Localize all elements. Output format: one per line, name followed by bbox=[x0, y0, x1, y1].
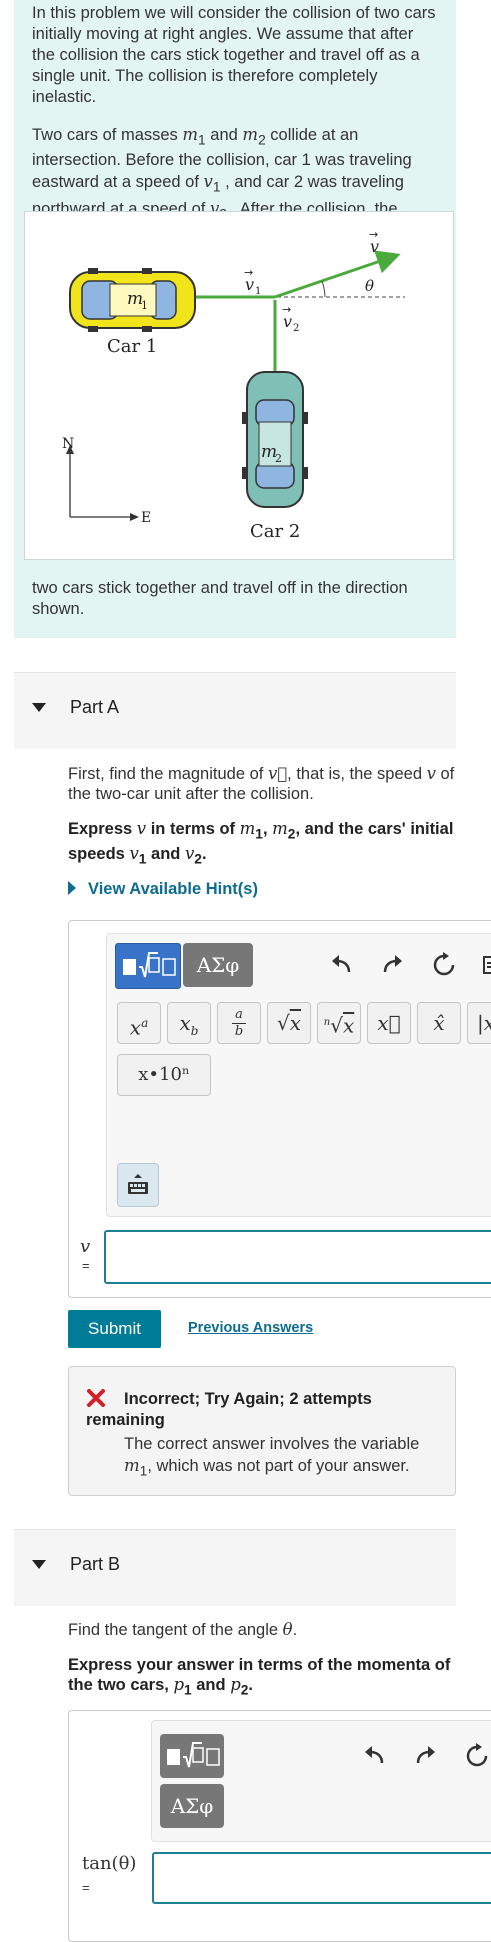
part-b-answer-input[interactable] bbox=[152, 1852, 491, 1904]
vector-button[interactable]: x⃗ bbox=[367, 1002, 411, 1044]
collision-diagram-svg: m 1 Car 1 m 2 Car 2 v 1 → v 2 → v → θ N … bbox=[62, 228, 405, 542]
part-b-question: Find the tangent of the angle θ. bbox=[68, 1620, 298, 1639]
template-tab-icon bbox=[123, 952, 176, 978]
greek-symbols-tab[interactable]: ΑΣφ bbox=[160, 1784, 224, 1828]
v2-label-sub: 2 bbox=[293, 323, 299, 334]
part-a-math-toolbar: ΑΣφ xa xb a b √x n√x x⃗ x̂ |x x•10ⁿ bbox=[106, 933, 491, 1217]
compass-east-label: E bbox=[141, 510, 151, 526]
part-b-instruction: Express your answer in terms of the mome… bbox=[68, 1656, 451, 1698]
feedback-status: Incorrect; Try Again; 2 attempts remaini… bbox=[86, 1390, 372, 1429]
undo-icon[interactable] bbox=[329, 952, 355, 978]
part-a-header[interactable]: Part A bbox=[14, 672, 456, 749]
submit-button[interactable]: Submit bbox=[68, 1310, 161, 1348]
part-b-equals: = bbox=[82, 1880, 90, 1895]
redo-icon[interactable] bbox=[379, 952, 405, 978]
problem-intro: In this problem we will consider the col… bbox=[14, 0, 456, 638]
v-resultant-arrow bbox=[274, 250, 401, 299]
part-b-title: Part B bbox=[70, 1554, 121, 1574]
intro-paragraph-1: In this problem we will consider the col… bbox=[32, 4, 436, 106]
collapse-triangle-icon[interactable] bbox=[32, 1560, 46, 1569]
feedback-detail: The correct answer involves the variable… bbox=[124, 1435, 420, 1479]
keyboard-icon bbox=[128, 1174, 148, 1194]
collision-diagram: m 1 Car 1 m 2 Car 2 v 1 → v 2 → v → θ N … bbox=[24, 211, 454, 560]
square-root-button[interactable]: √x bbox=[267, 1002, 311, 1044]
m2-label-sub: 2 bbox=[275, 452, 282, 465]
part-a-instruction: Express v in terms of m1, m2, and the ca… bbox=[68, 819, 454, 867]
part-a-question: First, find the magnitude of v⃗, that is… bbox=[68, 764, 455, 803]
theta-label: θ bbox=[365, 277, 374, 295]
v-arrow-glyph: → bbox=[369, 228, 378, 241]
reset-icon[interactable] bbox=[464, 1743, 490, 1769]
redo-icon[interactable] bbox=[412, 1743, 438, 1769]
greek-symbols-tab[interactable]: ΑΣφ bbox=[183, 943, 253, 987]
part-b-header[interactable]: Part B bbox=[14, 1529, 456, 1606]
theta-arc bbox=[321, 280, 326, 298]
intro-paragraph-2: Two cars of masses m1 and m2 collide at … bbox=[32, 125, 412, 221]
part-b-math-toolbar: ΑΣφ bbox=[151, 1720, 491, 1842]
reset-icon[interactable] bbox=[431, 952, 457, 978]
view-hints-link[interactable]: View Available Hint(s) bbox=[68, 880, 258, 899]
fraction-button[interactable]: a b bbox=[217, 1002, 261, 1044]
hint-label: View Available Hint(s) bbox=[88, 880, 258, 898]
part-a-title: Part A bbox=[70, 697, 120, 717]
unit-vector-button[interactable]: x̂ bbox=[417, 1002, 461, 1044]
nth-root-button[interactable]: n√x bbox=[317, 1002, 361, 1044]
part-a-answer-input[interactable] bbox=[104, 1230, 491, 1284]
v1-label-sub: 1 bbox=[255, 286, 261, 297]
undo-icon[interactable] bbox=[362, 1743, 388, 1769]
expand-arrow-icon bbox=[68, 881, 76, 895]
intro-paragraph-3: two cars stick together and travel off i… bbox=[32, 579, 408, 618]
previous-answers-link[interactable]: Previous Answers bbox=[188, 1320, 313, 1336]
keyboard-shortcuts-icon[interactable] bbox=[483, 955, 491, 975]
car-1-label: Car 1 bbox=[107, 336, 157, 357]
feedback-box: Incorrect; Try Again; 2 attempts remaini… bbox=[68, 1366, 456, 1496]
part-a-equals: = bbox=[82, 1258, 90, 1273]
template-tab[interactable] bbox=[160, 1734, 224, 1778]
subscript-button[interactable]: xb bbox=[167, 1002, 211, 1044]
absolute-value-button[interactable]: |x bbox=[467, 1002, 491, 1044]
compass-east-arrowhead bbox=[130, 513, 139, 521]
v1-arrow-glyph: → bbox=[244, 266, 253, 279]
scientific-notation-button[interactable]: x•10ⁿ bbox=[117, 1054, 211, 1096]
part-a-answer-label: v bbox=[80, 1236, 91, 1257]
compass-north-label: N bbox=[62, 436, 74, 452]
part-b-answer-label: tan(θ) bbox=[82, 1853, 137, 1874]
car-2-label: Car 2 bbox=[250, 521, 300, 542]
template-tab-icon bbox=[167, 1742, 220, 1768]
m1-label-sub: 1 bbox=[141, 299, 148, 312]
template-tab[interactable] bbox=[115, 943, 181, 989]
v2-arrow-glyph: → bbox=[282, 303, 291, 316]
car-2 bbox=[242, 371, 308, 508]
keyboard-toggle-button[interactable] bbox=[117, 1163, 159, 1207]
superscript-button[interactable]: xa bbox=[117, 1002, 161, 1044]
collapse-triangle-icon[interactable] bbox=[32, 703, 46, 712]
